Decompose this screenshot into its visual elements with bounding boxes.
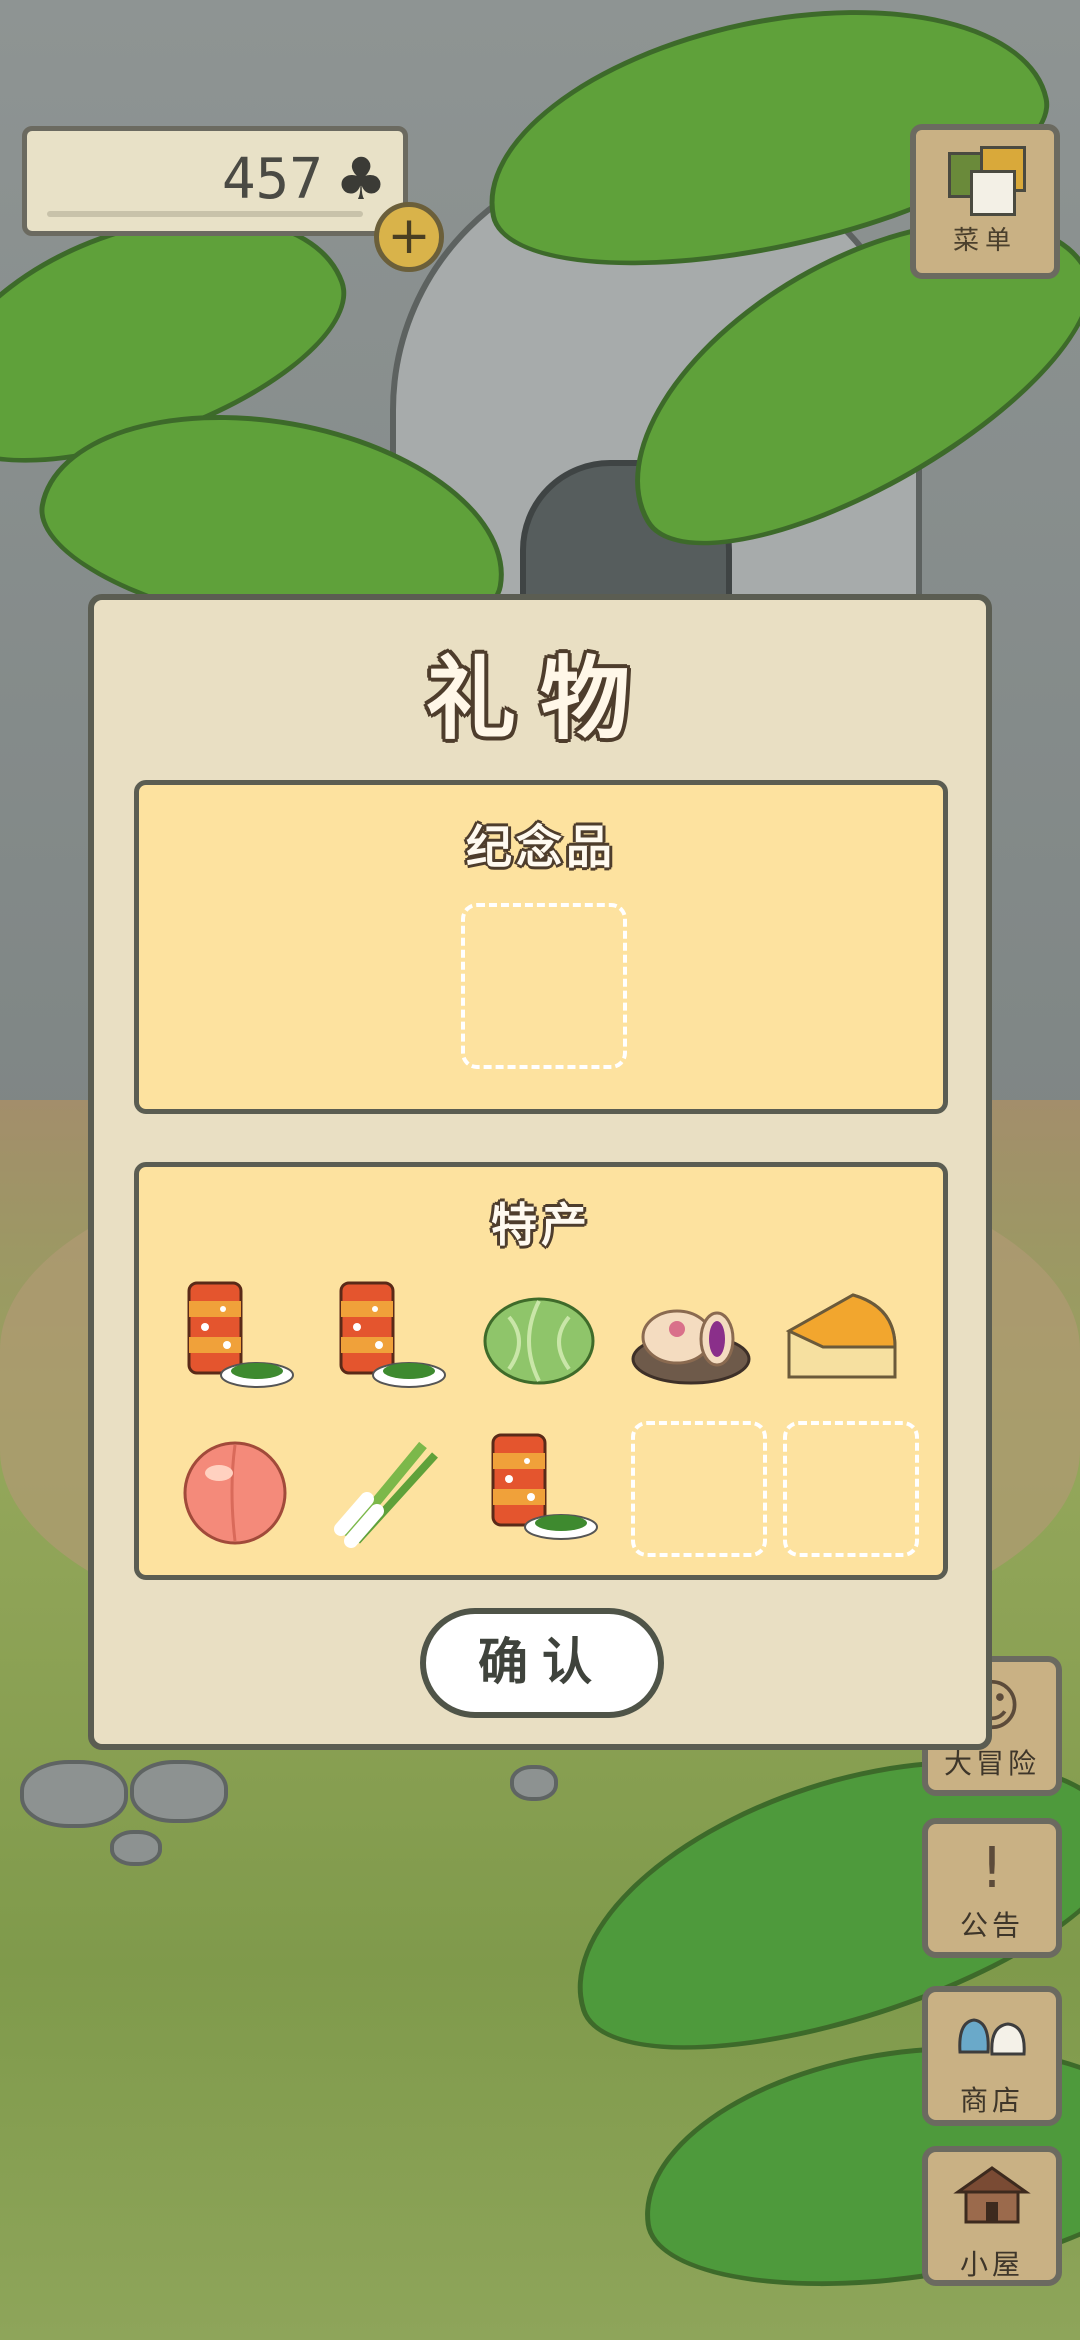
- specialty-panel: 特产: [134, 1162, 948, 1580]
- menu-cards-icon: [940, 144, 1030, 216]
- shop-button[interactable]: 商店: [922, 1986, 1062, 2126]
- clover-icon: ♣: [335, 145, 387, 213]
- dialog-title: 礼物: [426, 647, 654, 752]
- shop-label: 商店: [959, 2084, 1024, 2117]
- peach-item[interactable]: [175, 1429, 295, 1549]
- souvenir-slot-empty[interactable]: [461, 903, 627, 1069]
- house-icon: [928, 2162, 1056, 2243]
- house-button[interactable]: 小屋: [922, 2146, 1062, 2286]
- clover-counter: 457 ♣: [22, 126, 408, 236]
- tea-can-item[interactable]: [175, 1277, 295, 1397]
- add-clover-button[interactable]: +: [374, 202, 444, 272]
- menu-button[interactable]: 菜单: [910, 124, 1060, 279]
- green-onion-item[interactable]: [327, 1429, 447, 1549]
- notice-label: 公告: [959, 1909, 1024, 1942]
- tea-can-item[interactable]: [327, 1277, 447, 1397]
- specialty-slot-empty[interactable]: [631, 1421, 767, 1557]
- pastry-item[interactable]: [631, 1277, 751, 1397]
- menu-label: 菜单: [952, 226, 1017, 256]
- specialty-slot-empty[interactable]: [783, 1421, 919, 1557]
- pebble: [510, 1765, 558, 1801]
- specialty-title: 特产: [491, 1198, 591, 1252]
- clover-count: 457: [221, 147, 323, 212]
- notice-button[interactable]: ! 公告: [922, 1818, 1062, 1958]
- house-label: 小屋: [959, 2248, 1024, 2281]
- cheese-item[interactable]: [783, 1277, 903, 1397]
- tea-can-item[interactable]: [479, 1429, 599, 1549]
- confirm-button[interactable]: 确认: [420, 1608, 664, 1718]
- pebble: [130, 1760, 228, 1823]
- gift-dialog: 礼物 纪念品 特产 确认: [88, 594, 992, 1750]
- cabbage-item[interactable]: [479, 1277, 599, 1397]
- souvenir-panel: 纪念品: [134, 780, 948, 1114]
- bags-icon: [928, 2002, 1056, 2079]
- clover-bar: [47, 211, 363, 217]
- pebble: [20, 1760, 128, 1828]
- exclamation-icon: !: [980, 1836, 1004, 1901]
- souvenir-title: 纪念品: [466, 820, 616, 874]
- pebble: [110, 1830, 162, 1866]
